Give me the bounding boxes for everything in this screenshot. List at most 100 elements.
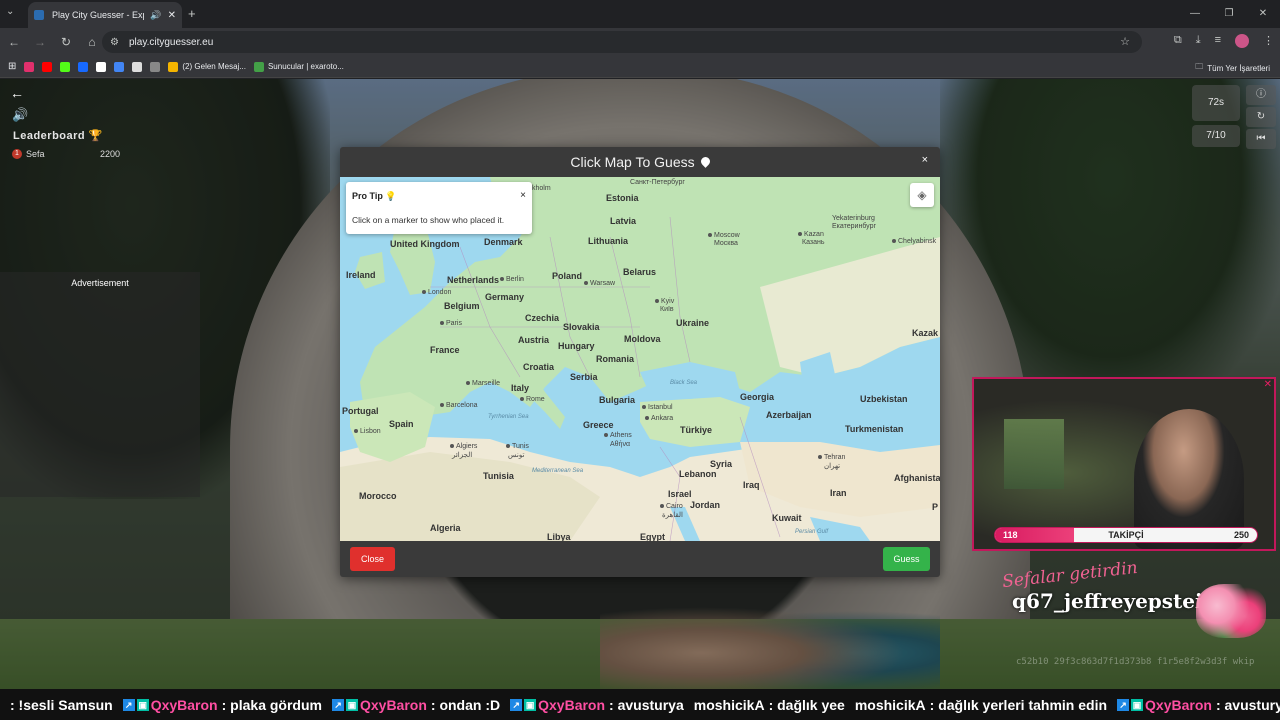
audio-playing-icon[interactable]: 🔊 [150,10,161,21]
bookmark-label: Sunucular | exaroto... [267,62,344,71]
modal-header: Click Map To Guess [340,147,940,177]
home-icon[interactable]: ⌂ [80,35,104,49]
map-label: Italy [511,383,530,393]
pro-tip-close-icon[interactable]: × [520,190,526,201]
extensions-icon[interactable]: ⧉ [1174,34,1182,48]
all-bookmarks-label: Tüm Yer İşaretleri [1207,63,1270,73]
map-pin-icon [701,157,710,168]
map-label: Mediterranean Sea [532,468,584,474]
window-controls: — ❐ ✕ [1178,0,1280,28]
advertisement-panel: Advertisement [0,272,200,497]
address-bar[interactable]: ⚙ play.cityguesser.eu ☆ [102,31,1142,53]
map-label: القاهرة [662,512,683,519]
screen: ⌄ Play City Guesser - Explore 🔊 ✕ + — ❐ … [0,0,1280,720]
site-info-icon[interactable]: ⚙ [110,37,119,48]
apps-icon[interactable]: ⊞ [8,61,16,72]
bookmark-item[interactable] [114,61,125,72]
guess-map[interactable]: Stockholm Санкт-Петербург Estonia Latvia Lit… [340,177,940,541]
map-label: Poland [552,271,583,281]
map-label: Paris [440,320,462,327]
forward-icon[interactable]: → [28,35,52,49]
reset-view-icon[interactable]: ↻ [1246,107,1276,127]
browser-tab[interactable]: Play City Guesser - Explore 🔊 ✕ [28,2,182,28]
chat-text: : dağlık yerleri tahmin edin [929,696,1108,713]
volume-icon[interactable]: 🔊 [12,107,28,123]
bookmark-item[interactable]: Sunucular | exaroto... [253,61,344,72]
download-icon[interactable]: ⤓ [1196,34,1201,48]
chat-text: : plaka gördum [221,696,322,713]
player-score: 2200 [99,149,120,159]
bookmark-item[interactable] [96,61,107,72]
map-label: Croatia [523,362,555,372]
map-label: Uzbekistan [860,394,908,404]
rank-badge: 1 [12,149,22,159]
map-label: Türkiye [680,425,713,435]
menu-icon[interactable]: ⋮ [1263,34,1274,48]
subscriber-badge-icon: ▣ [136,698,149,711]
map-label: Ukraine [676,318,710,328]
map-label: Iraq [743,480,760,490]
leaderboard-row: 1 Sefa 2200 [12,149,120,159]
tab-search-icon[interactable]: ⌄ [6,6,14,17]
bookmark-item[interactable] [42,61,53,72]
youtube-icon [42,61,53,72]
new-tab-icon[interactable]: + [188,6,196,21]
map-label: Αθήνα [610,441,631,448]
tab-close-icon[interactable]: ✕ [168,10,176,21]
info-icon[interactable]: ⓘ [1246,85,1276,105]
bookmark-item[interactable] [24,61,35,72]
bookmark-item[interactable] [132,61,143,72]
map-label: Afghanista [894,473,940,483]
map-label: Greece [583,420,614,430]
map-label: Tunis [506,443,529,450]
map-label: Marseille [466,380,500,387]
modal-title: Click Map To Guess [570,154,695,170]
chat-text: : !sesli Samsun [10,696,113,713]
map-label: Slovakia [563,322,600,332]
bookmark-star-icon[interactable]: ☆ [1120,35,1130,48]
close-button[interactable]: Close [350,547,395,571]
folder-icon: 🗀 [1195,62,1204,71]
map-label: الجزائر [452,452,473,459]
site-favicon-icon [34,10,44,20]
chat-message: ↗ ▣ QxyBaron: plaka gördum [122,696,322,713]
follower-goal: 250 [1233,530,1249,540]
restore-icon[interactable]: ❐ [1212,0,1246,28]
reload-icon[interactable]: ↻ [54,35,78,49]
bookmark-item[interactable]: (2) Gelen Mesaj... [168,61,246,72]
map-label: Ireland [346,270,376,280]
kick-icon [60,61,71,72]
restart-icon[interactable]: ⏮ [1246,129,1276,149]
game-page: ← 🔊 Leaderboard 🏆 1 Sefa 2200 Advertisem… [0,79,1280,689]
layers-button[interactable]: ◈ [910,183,934,207]
webcam-overlay: ✕ 118 TAKİPÇİ 250 [972,377,1276,551]
guess-button[interactable]: Guess [883,547,930,571]
map-label: Chelyabinsk [892,238,936,245]
window-close-icon[interactable]: ✕ [1246,0,1280,28]
bookmark-item[interactable] [60,61,71,72]
verified-badge-icon: ↗ [510,698,523,711]
tab-title: Play City Guesser - Explore [52,10,144,20]
bookmarks-list: (2) Gelen Mesaj... Sunucular | exaroto... [16,61,344,72]
bookmark-item[interactable] [78,61,89,72]
bookmark-item[interactable] [150,61,161,72]
navigation-bar: ← → ↻ ⌂ ⚙ play.cityguesser.eu ☆ ⧉ ⤓ ≡ ⋮ [0,28,1280,56]
map-label: Kazak [912,328,939,338]
behance-icon [78,61,89,72]
back-icon[interactable]: ← [2,35,26,49]
watermark-text: c52b10 29f3c863d7f1d373b8 f1r5e8f2w3d3f … [1016,657,1255,667]
trophy-icon: 🏆 [88,130,103,142]
map-label: Serbia [570,372,598,382]
map-label: تونس [508,452,525,459]
media-control-icon[interactable]: ≡ [1215,34,1221,48]
map-label: Austria [518,335,550,345]
map-label: Azerbaijan [766,410,812,420]
all-bookmarks[interactable]: 🗀 Tüm Yer İşaretleri [1195,61,1270,75]
modal-close-icon[interactable]: × [922,154,928,166]
minimize-icon[interactable]: — [1178,0,1212,28]
subscriber-badge-icon: ▣ [345,698,358,711]
profile-avatar[interactable] [1235,34,1249,48]
exit-game-icon[interactable]: ← [10,85,24,101]
follower-goal-bar: 118 TAKİPÇİ 250 [994,527,1258,543]
chat-text: : ondan :D [430,696,501,713]
